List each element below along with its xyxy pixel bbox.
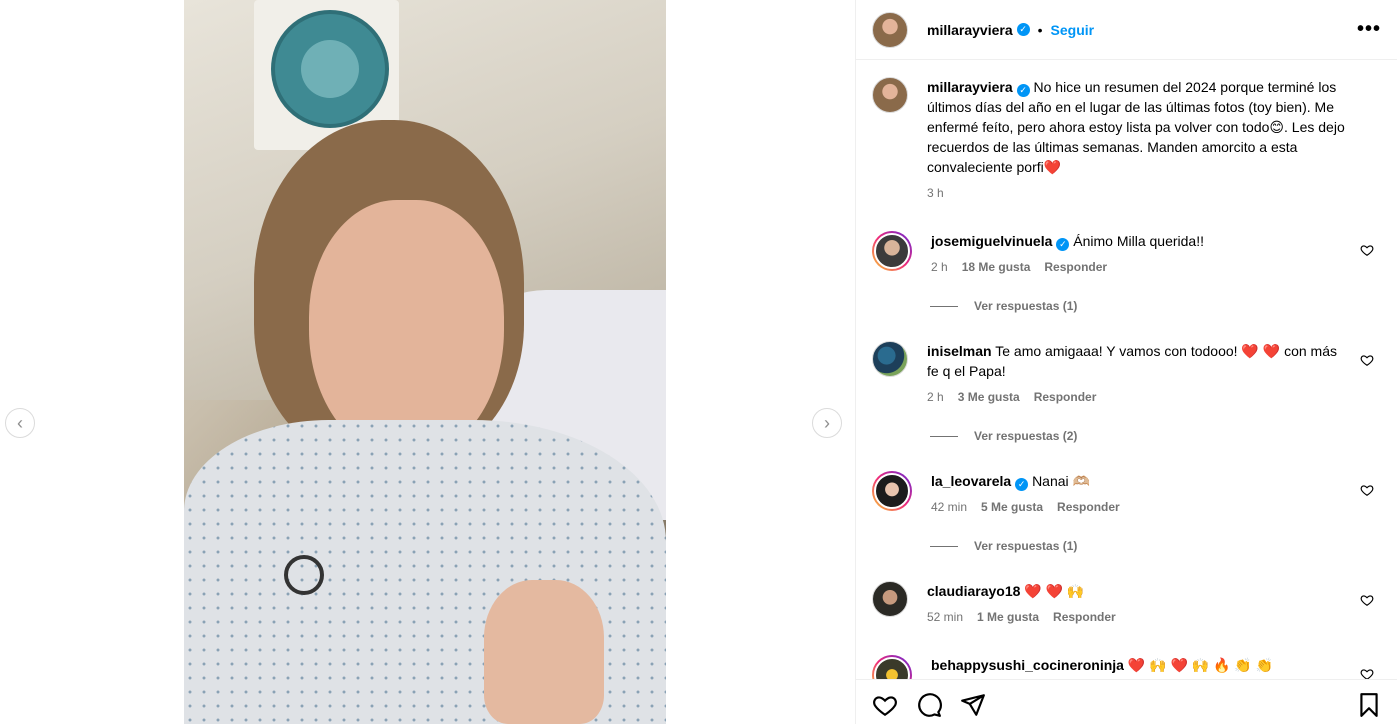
comment-username[interactable]: la_leovarela (931, 473, 1011, 489)
comment-avatar[interactable] (872, 341, 908, 377)
comment-text: ❤️ ❤️ 🙌 (1024, 583, 1085, 599)
comment-item: claudiarayo18 ❤️ ❤️ 🙌 52 min 1 Me gusta … (872, 581, 1382, 627)
comment-time: 2 h (927, 390, 944, 404)
photo-clock (271, 10, 389, 128)
comment-text: Ánimo Milla querida!! (1073, 233, 1204, 249)
more-options-icon[interactable]: ••• (1357, 18, 1381, 41)
comment-username[interactable]: iniselman (927, 343, 992, 359)
comment-item: josemiguelvinuela ✓ Ánimo Milla querida!!… (872, 231, 1382, 277)
reply-button[interactable]: Responder (1044, 257, 1107, 277)
comment-text: Nanai 🫶🏼 (1032, 473, 1090, 489)
comment-time: 42 min (931, 500, 968, 514)
comment-likes[interactable]: 5 Me gusta (981, 497, 1043, 517)
caption-username[interactable]: millarayviera (927, 79, 1013, 95)
comment-username[interactable]: josemiguelvinuela (931, 233, 1052, 249)
comment-likes[interactable]: 1 Me gusta (977, 607, 1039, 627)
view-replies-button[interactable]: Ver respuestas (2) (930, 429, 1382, 443)
reply-button[interactable]: Responder (1053, 607, 1116, 627)
view-replies-label: Ver respuestas (1) (974, 299, 1078, 313)
like-comment-icon[interactable] (1360, 243, 1374, 257)
reply-button[interactable]: Responder (1034, 387, 1097, 407)
comment-avatar[interactable] (872, 581, 908, 617)
comment-likes[interactable]: 3 Me gusta (958, 387, 1020, 407)
like-comment-icon[interactable] (1360, 353, 1374, 367)
chevron-right-icon: › (824, 412, 830, 433)
action-bar (856, 679, 1397, 724)
verified-icon: ✓ (1015, 478, 1029, 491)
comment-item: la_leovarela ✓ Nanai 🫶🏼 42 min 5 Me gusta… (872, 471, 1382, 517)
caption-heart-emoji: ❤️ (1043, 159, 1062, 175)
prev-photo-button[interactable]: ‹ (5, 408, 35, 438)
bookmark-icon[interactable] (1356, 692, 1382, 718)
verified-icon: ✓ (1016, 23, 1030, 36)
comment-item: iniselman Te amo amigaaa! Y vamos con to… (872, 341, 1382, 407)
gown-logo (284, 555, 324, 595)
comment-icon[interactable] (916, 692, 942, 718)
like-comment-icon[interactable] (1360, 593, 1374, 607)
post-photo[interactable] (184, 0, 666, 724)
replies-divider (930, 435, 958, 437)
comment-time: 2 h (931, 260, 948, 274)
post-caption: millarayviera ✓ No hice un resumen del 20… (872, 77, 1382, 203)
separator-dot: • (1037, 21, 1043, 38)
comment-likes[interactable]: 18 Me gusta (962, 257, 1031, 277)
chevron-left-icon: ‹ (17, 412, 23, 433)
post-sidebar: millarayviera ✓ • Seguir ••• millarayvie… (855, 0, 1397, 724)
next-photo-button[interactable]: › (812, 408, 842, 438)
caption-avatar[interactable] (872, 77, 908, 113)
share-icon[interactable] (960, 692, 986, 718)
view-replies-button[interactable]: Ver respuestas (1) (930, 539, 1382, 553)
comment-avatar[interactable] (872, 231, 912, 271)
media-area: ‹ › (0, 0, 855, 724)
comment-avatar[interactable] (872, 471, 912, 511)
caption-time: 3 h (927, 186, 944, 200)
comment-avatar[interactable] (872, 655, 912, 679)
follow-button[interactable]: Seguir (1051, 22, 1095, 38)
comment-username[interactable]: behappysushi_cocineroninja (931, 657, 1124, 673)
comment-text: ❤️ 🙌 ❤️ 🙌 🔥 👏 👏 (1127, 657, 1274, 673)
comments-list[interactable]: millarayviera ✓ No hice un resumen del 20… (856, 61, 1397, 679)
like-comment-icon[interactable] (1360, 483, 1374, 497)
comment-username[interactable]: claudiarayo18 (927, 583, 1020, 599)
view-replies-button[interactable]: Ver respuestas (1) (930, 299, 1382, 313)
heart-icon[interactable] (872, 692, 898, 718)
reply-button[interactable]: Responder (1057, 497, 1120, 517)
author-avatar[interactable] (872, 11, 908, 48)
author-username[interactable]: millarayviera (927, 22, 1013, 38)
comment-item: behappysushi_cocineroninja ❤️ 🙌 ❤️ 🙌 🔥 👏… (872, 655, 1382, 679)
photo-hand (484, 580, 604, 724)
view-replies-label: Ver respuestas (1) (974, 539, 1078, 553)
verified-icon: ✓ (1016, 84, 1030, 97)
comment-time: 52 min (927, 610, 964, 624)
view-replies-label: Ver respuestas (2) (974, 429, 1078, 443)
verified-icon: ✓ (1056, 238, 1070, 251)
replies-divider (930, 305, 958, 307)
post-header: millarayviera ✓ • Seguir ••• (856, 0, 1397, 60)
replies-divider (930, 545, 958, 547)
like-comment-icon[interactable] (1360, 667, 1374, 679)
